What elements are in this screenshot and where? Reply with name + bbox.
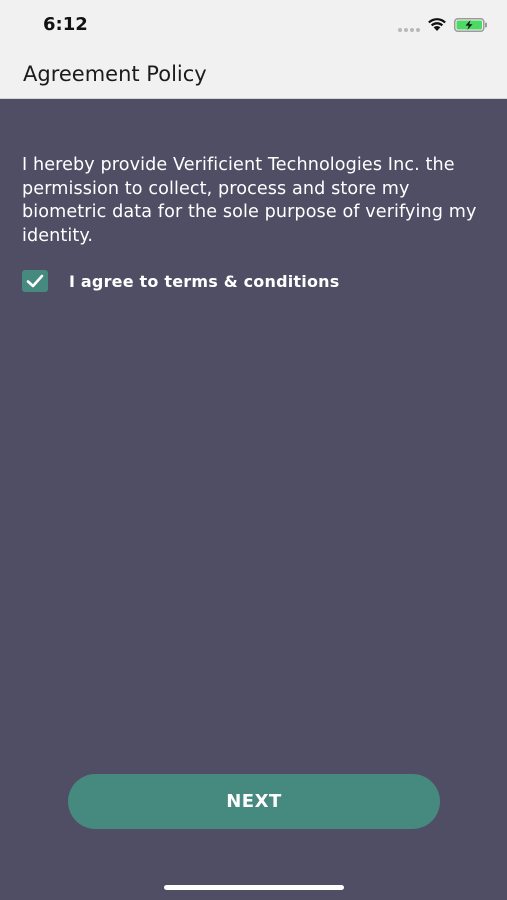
wifi-icon (428, 18, 446, 31)
signal-dots-icon (398, 28, 420, 32)
agree-label: I agree to terms & conditions (69, 271, 340, 291)
checkmark-icon (26, 274, 44, 288)
page-title: Agreement Policy (23, 62, 207, 86)
agreement-content: I hereby provide Verificient Technologie… (0, 99, 507, 900)
status-bar: 6:12 (0, 0, 507, 52)
status-time: 6:12 (43, 14, 88, 35)
next-button[interactable]: NEXT (68, 774, 440, 829)
agree-checkbox-row[interactable]: I agree to terms & conditions (22, 270, 339, 292)
nav-bar: Agreement Policy (0, 52, 507, 99)
home-indicator (164, 885, 344, 890)
agree-checkbox[interactable] (22, 270, 48, 292)
policy-text: I hereby provide Verificient Technologie… (22, 155, 477, 247)
battery-charging-icon (454, 18, 487, 32)
